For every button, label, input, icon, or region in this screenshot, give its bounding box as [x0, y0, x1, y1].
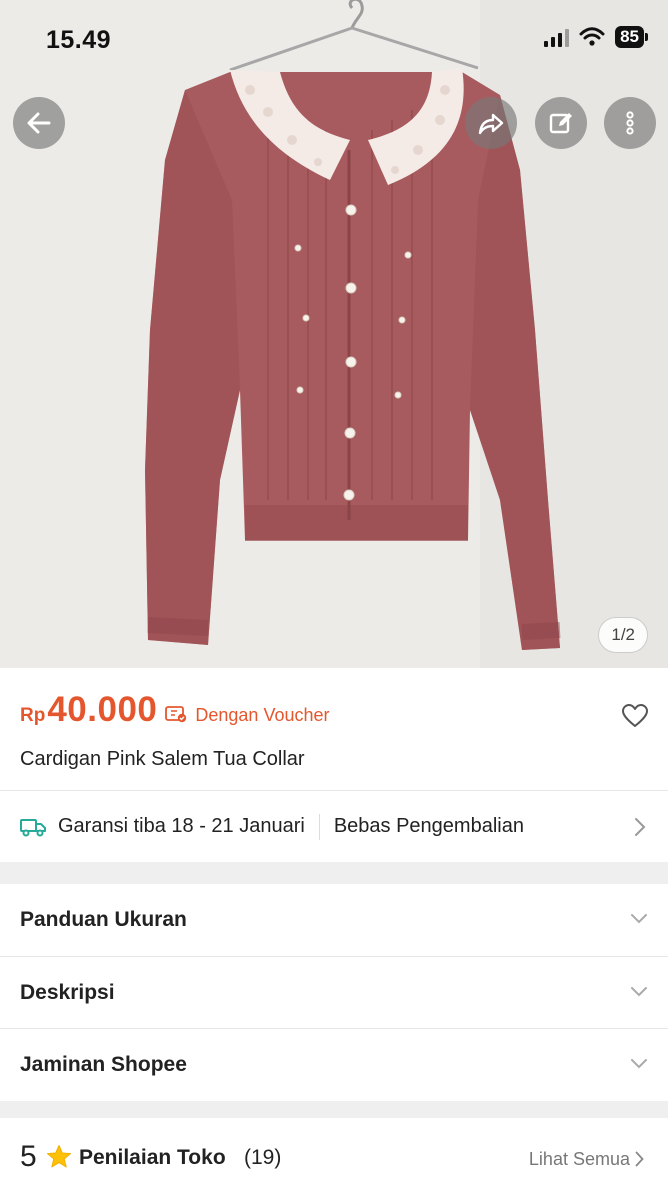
accordion-description[interactable]: Deskripsi	[0, 957, 668, 1029]
status-time: 15.49	[46, 26, 112, 54]
accordion-shopee-guarantee[interactable]: Jaminan Shopee	[0, 1029, 668, 1101]
accordion-label: Deskripsi	[20, 981, 115, 1004]
signal-icon	[544, 27, 570, 47]
back-arrow-icon	[27, 112, 51, 134]
back-button[interactable]	[13, 97, 65, 149]
product-title: Cardigan Pink Salem Tua Collar	[20, 748, 305, 770]
wifi-icon	[579, 27, 605, 46]
more-options-button[interactable]	[604, 97, 656, 149]
more-vertical-icon	[626, 111, 634, 135]
chevron-down-icon	[631, 1059, 647, 1069]
product-image-gallery[interactable]: 15.49 85 1/2	[0, 0, 668, 668]
shop-rating-row: 5 Penilaian Toko (19) Lihat Semua	[0, 1118, 668, 1200]
see-all-link[interactable]: Lihat Semua	[529, 1149, 630, 1170]
section-gap	[0, 862, 668, 884]
share-icon	[478, 113, 504, 135]
accordion-label: Jaminan Shopee	[20, 1053, 187, 1076]
price-currency: Rp	[20, 705, 46, 726]
rating-count: (19)	[244, 1146, 282, 1169]
accordion-label: Panduan Ukuran	[20, 908, 187, 931]
price-value: 40.000	[47, 690, 158, 729]
chevron-down-icon	[631, 987, 647, 997]
free-returns: Bebas Pengembalian	[333, 815, 524, 837]
rating-score: 5	[20, 1140, 37, 1173]
truck-icon	[20, 818, 46, 836]
section-gap	[0, 1101, 668, 1118]
delivery-info-row[interactable]: Garansi tiba 18 - 21 Januari Bebas Penge…	[0, 790, 668, 862]
chevron-down-icon	[631, 914, 647, 924]
accordion-size-guide[interactable]: Panduan Ukuran	[0, 884, 668, 956]
voucher-label[interactable]: Dengan Voucher	[195, 705, 329, 726]
share-button[interactable]	[465, 97, 517, 149]
price-row: Rp 40.000 Dengan Voucher	[20, 690, 330, 730]
edit-button[interactable]	[535, 97, 587, 149]
heart-icon[interactable]	[622, 704, 648, 728]
delivery-guarantee: Garansi tiba 18 - 21 Januari	[58, 815, 305, 837]
chevron-right-icon	[635, 1151, 644, 1167]
image-counter: 1/2	[598, 617, 648, 653]
edit-icon	[549, 113, 572, 134]
rating-label: Penilaian Toko	[79, 1146, 226, 1169]
voucher-icon	[165, 706, 187, 723]
divider	[318, 813, 320, 840]
chevron-right-icon	[635, 818, 646, 836]
star-icon	[47, 1145, 71, 1168]
battery-indicator: 85	[615, 26, 648, 48]
product-info: Rp 40.000 Dengan Voucher Cardigan Pink S…	[0, 668, 668, 790]
status-icons: 85	[544, 26, 648, 48]
